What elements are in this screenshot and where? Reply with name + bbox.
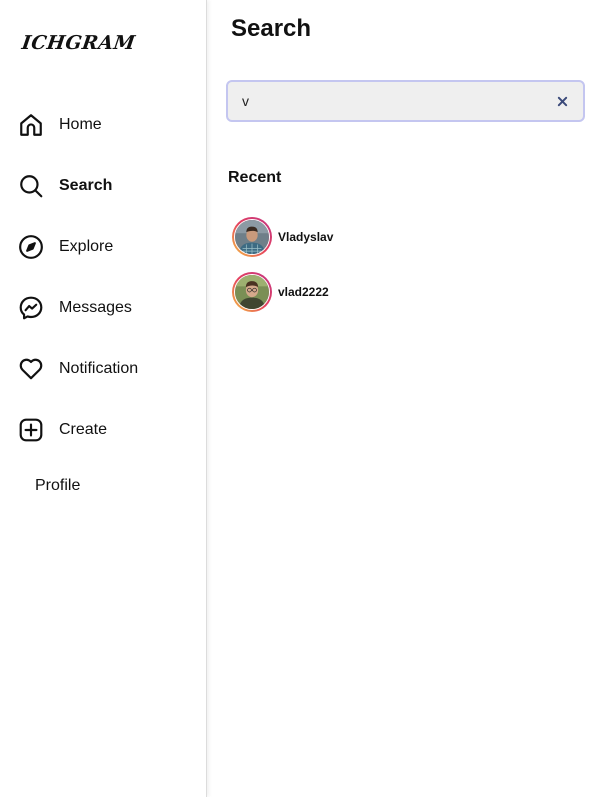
result-username: Vladyslav [278,230,334,244]
sidebar-item-explore[interactable]: Explore [18,233,113,261]
sidebar-item-create[interactable]: Create [18,416,107,444]
close-icon [557,96,567,106]
sidebar-item-label: Home [59,116,102,133]
page-title: Search [231,15,312,42]
clear-search-button[interactable] [555,94,569,108]
app-logo[interactable]: ICHGRAM [20,32,136,54]
recent-title: Recent [228,169,282,186]
avatar-photo [235,220,269,254]
app-root: ICHGRAM Home Search Explore Messages Not… [0,0,596,797]
sidebar-item-messages[interactable]: Messages [18,294,132,322]
search-result-item[interactable]: Vladyslav [232,217,333,257]
search-icon [18,173,44,199]
search-result-item[interactable]: vlad2222 [232,272,329,312]
home-icon [18,112,44,138]
search-input[interactable] [242,90,542,112]
sidebar-item-search[interactable]: Search [18,172,112,200]
compass-icon [18,234,44,260]
sidebar-item-label: Notification [59,360,139,377]
avatar [232,272,272,312]
search-box [226,80,585,122]
sidebar-item-label: Messages [59,299,132,316]
plus-square-icon [18,417,44,443]
sidebar-item-label: Explore [59,238,114,255]
sidebar-item-home[interactable]: Home [18,111,102,139]
avatar [232,217,272,257]
avatar-photo [235,275,269,309]
heart-icon [18,356,44,382]
sidebar-item-label: Search [59,177,113,194]
result-username: vlad2222 [278,285,329,299]
sidebar-item-profile[interactable]: Profile [35,477,80,495]
sidebar-item-notification[interactable]: Notification [18,355,138,383]
sidebar-item-label: Create [59,421,108,438]
messenger-icon [18,295,44,321]
sidebar: ICHGRAM Home Search Explore Messages Not… [0,0,207,797]
